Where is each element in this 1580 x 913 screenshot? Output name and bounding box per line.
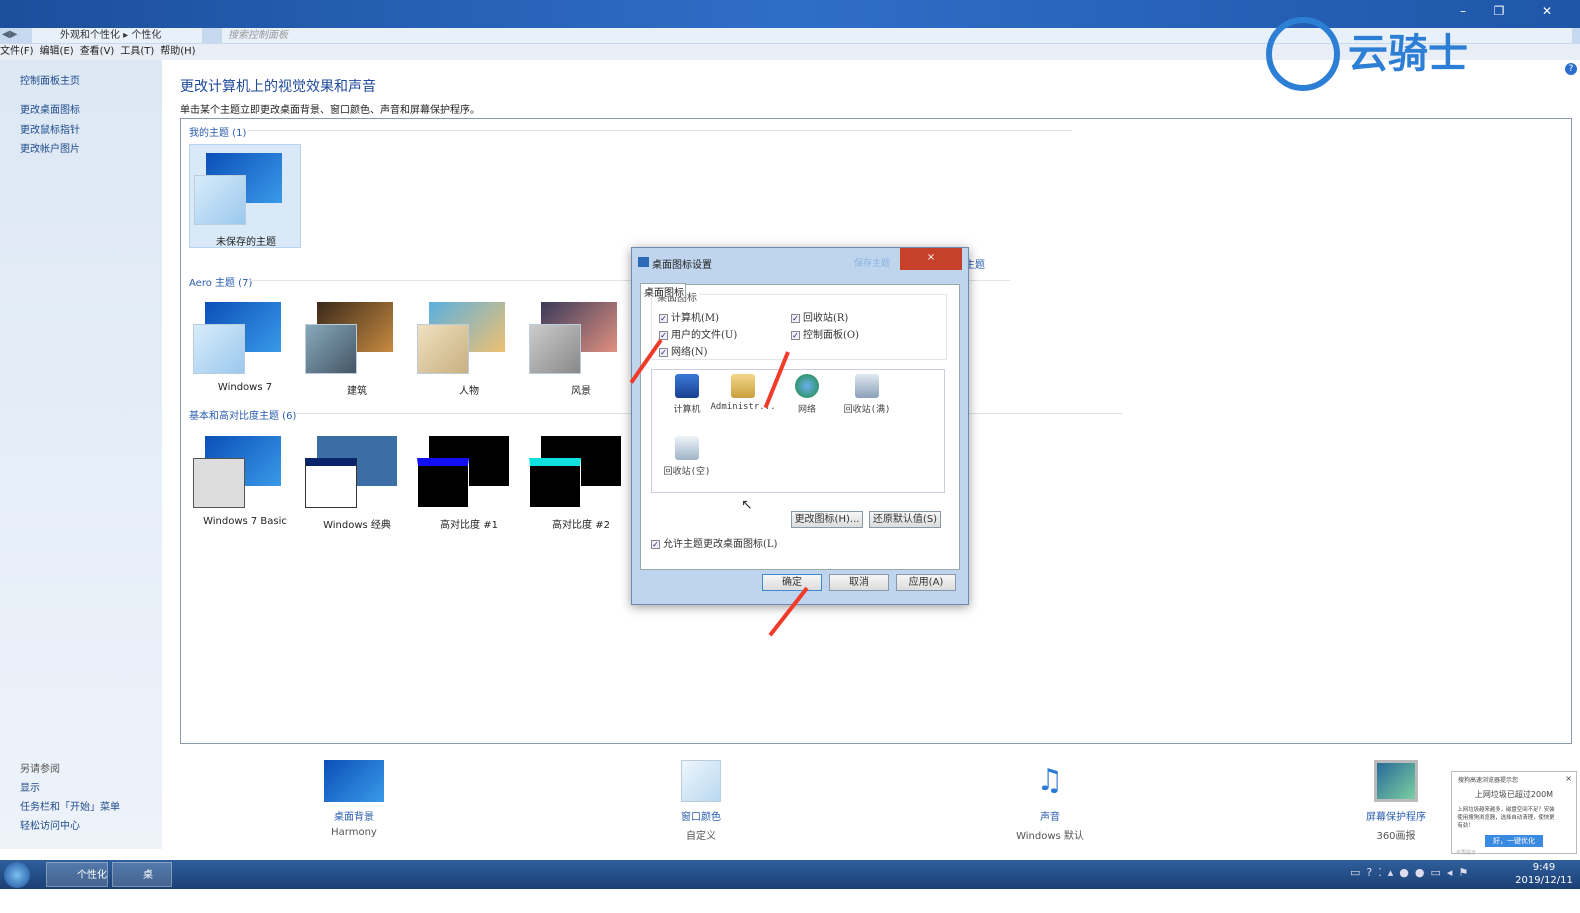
desktop-background-icon <box>324 760 384 802</box>
notification-dismiss[interactable]: 不再提示 <box>1452 847 1576 858</box>
sidebar-home[interactable]: 控制面板主页 <box>20 72 80 87</box>
breadcrumb-personalization[interactable]: 个性化 <box>131 30 161 41</box>
theme-label: 人物 <box>459 386 479 397</box>
theme-label: 高对比度 #1 <box>440 520 498 531</box>
notification-body: 上网垃圾越来越多，磁盘空间不足？安装使用搜狗浏览器，选择自动清理，使快更有劲！ <box>1457 806 1555 829</box>
checkbox-computer[interactable]: ✓ 计算机(M) <box>659 309 719 324</box>
see-also-display[interactable]: 显示 <box>20 779 40 794</box>
checkbox-network[interactable]: ✓ 网络(N) <box>659 343 708 358</box>
theme-high-contrast-1[interactable]: 高对比度 #1 <box>413 428 525 532</box>
desktop-icon-settings-dialog: 桌面图标设置 保存主题 × 桌面图标 桌面图标 ✓ 计算机(M) ✓ 用户的文件(U… <box>631 247 969 605</box>
menu-view[interactable]: 查看(V) <box>80 46 115 57</box>
desktop-background-button[interactable]: 桌面背景 Harmony <box>294 760 414 838</box>
back-forward-buttons[interactable]: ◀▶ <box>2 29 17 40</box>
notification-title: 上网垃圾已超过200M <box>1474 790 1554 799</box>
section-my-themes: 我的主题 (1) <box>189 128 247 139</box>
taskbar <box>0 860 1580 889</box>
menu-bar: 文件(F) 编辑(E) 查看(V) 工具(T) 帮助(H) <box>0 44 1580 60</box>
screensaver-button[interactable]: 屏幕保护程序 360画报 <box>1336 760 1456 842</box>
theme-characters[interactable]: 人物 <box>413 294 525 398</box>
start-button[interactable] <box>4 862 30 888</box>
dialog-app-icon <box>638 257 649 267</box>
see-also-taskbar[interactable]: 任务栏和「开始」菜单 <box>20 798 120 813</box>
title-bar <box>0 0 1580 28</box>
minimize-button[interactable]: – <box>1446 0 1480 22</box>
taskbar-personalization[interactable]: 个性化 <box>46 862 108 887</box>
address-bar[interactable]: 外观和个性化 ▸ 个性化 <box>32 28 202 43</box>
cancel-button[interactable]: 取消 <box>829 574 889 591</box>
menu-help[interactable]: 帮助(H) <box>160 46 195 57</box>
change-icon-button[interactable]: 更改图标(H)... <box>791 511 863 528</box>
checkbox-user-files[interactable]: ✓ 用户的文件(U) <box>659 326 737 341</box>
theme-windows-classic[interactable]: Windows 经典 <box>301 428 413 532</box>
sogou-notification: 搜狗高速浏览器提示您 × 上网垃圾已超过200M 上网垃圾越来越多，磁盘空间不足… <box>1451 771 1577 856</box>
section-aero: Aero 主题 (7) <box>189 278 253 289</box>
checkbox-recycle-bin[interactable]: ✓ 回收站(R) <box>791 309 848 324</box>
section-basic: 基本和高对比度主题 (6) <box>189 411 297 422</box>
theme-windows7[interactable]: Windows 7 <box>189 294 301 398</box>
theme-label: 建筑 <box>347 386 367 397</box>
menu-file[interactable]: 文件(F) <box>0 46 34 57</box>
taskbar-desktop-icons[interactable]: 桌面... <box>112 862 172 906</box>
theme-label: 风景 <box>571 386 591 397</box>
restore-button[interactable]: ❐ <box>1482 0 1516 22</box>
screensaver-icon <box>1374 760 1418 802</box>
sidebar-change-mouse-pointer[interactable]: 更改鼠标指针 <box>20 121 80 136</box>
sounds-icon: ♫ <box>1036 763 1064 798</box>
theme-label: 未保存的主题 <box>216 237 276 248</box>
window-color-button[interactable]: 窗口颜色 自定义 <box>641 760 761 842</box>
icon-recycle-bin-full[interactable]: 回收站(满) <box>832 374 902 415</box>
mouse-cursor-icon: ↖ <box>741 497 753 513</box>
see-also-heading: 另请参阅 <box>20 764 60 775</box>
tab-desktop-icons[interactable]: 桌面图标 <box>640 283 686 299</box>
icon-recycle-bin-empty[interactable]: 回收站(空) <box>652 436 722 477</box>
theme-label: Windows 7 <box>217 382 273 393</box>
breadcrumb-appearance[interactable]: 外观和个性化 <box>60 30 120 41</box>
theme-landscapes[interactable]: 风景 <box>525 294 637 398</box>
notification-close[interactable]: × <box>1565 774 1572 783</box>
dialog-title: 桌面图标设置 <box>652 260 712 271</box>
sounds-button[interactable]: ♫ 声音 Windows 默认 <box>990 760 1110 842</box>
page-subtitle: 单击某个主题立即更改桌面背景、窗口颜色、声音和屏幕保护程序。 <box>180 105 480 116</box>
checkbox-control-panel[interactable]: ✓ 控制面板(O) <box>791 326 859 341</box>
sidebar-change-account-picture[interactable]: 更改帐户图片 <box>20 140 80 155</box>
page-title: 更改计算机上的视觉效果和声音 <box>180 79 376 95</box>
icon-list: 计算机 Administr... 网络 回收站(满) 回收站(空) <box>651 369 945 493</box>
theme-architecture[interactable]: 建筑 <box>301 294 413 398</box>
theme-high-contrast-2[interactable]: 高对比度 #2 <box>525 428 637 532</box>
restore-default-button[interactable]: 还原默认值(S) <box>869 511 941 528</box>
sidebar <box>0 60 162 849</box>
system-tray-icons[interactable]: ▭?⁚▴●●▭◂⚑ <box>1350 866 1474 879</box>
theme-label: 高对比度 #2 <box>552 520 610 531</box>
notification-app: 搜狗高速浏览器提示您 <box>1458 777 1519 784</box>
clock[interactable]: 9:49 2019/12/11 <box>1512 861 1576 887</box>
close-button[interactable]: ✕ <box>1530 0 1564 22</box>
search-input[interactable]: 搜索控制面板 <box>222 28 1572 43</box>
dialog-close-button[interactable]: × <box>900 248 962 270</box>
menu-edit[interactable]: 编辑(E) <box>40 46 74 57</box>
save-theme-link[interactable]: 保存主题 <box>854 256 890 269</box>
menu-tools[interactable]: 工具(T) <box>120 46 154 57</box>
theme-label: Windows 经典 <box>323 520 391 531</box>
theme-label: Windows 7 Basic <box>203 516 287 527</box>
see-also-ease-of-access[interactable]: 轻松访问中心 <box>20 817 80 832</box>
sidebar-change-desktop-icons[interactable]: 更改桌面图标 <box>20 101 80 116</box>
help-icon[interactable]: ? <box>1565 63 1577 75</box>
apply-button[interactable]: 应用(A) <box>896 574 956 591</box>
checkbox-allow-themes[interactable]: ✓ 允许主题更改桌面图标(L) <box>651 535 777 550</box>
notification-optimize-button[interactable]: 好，一键优化 <box>1485 835 1543 847</box>
theme-windows7-basic[interactable]: Windows 7 Basic <box>189 428 301 532</box>
window-color-icon <box>681 760 721 802</box>
theme-unsaved[interactable]: 未保存的主题 <box>189 144 301 248</box>
dialog-tab-panel: 桌面图标 ✓ 计算机(M) ✓ 用户的文件(U) ✓ 网络(N) ✓ 回收站(R) ✓ 控… <box>640 284 960 570</box>
ok-button[interactable]: 确定 <box>762 574 822 591</box>
